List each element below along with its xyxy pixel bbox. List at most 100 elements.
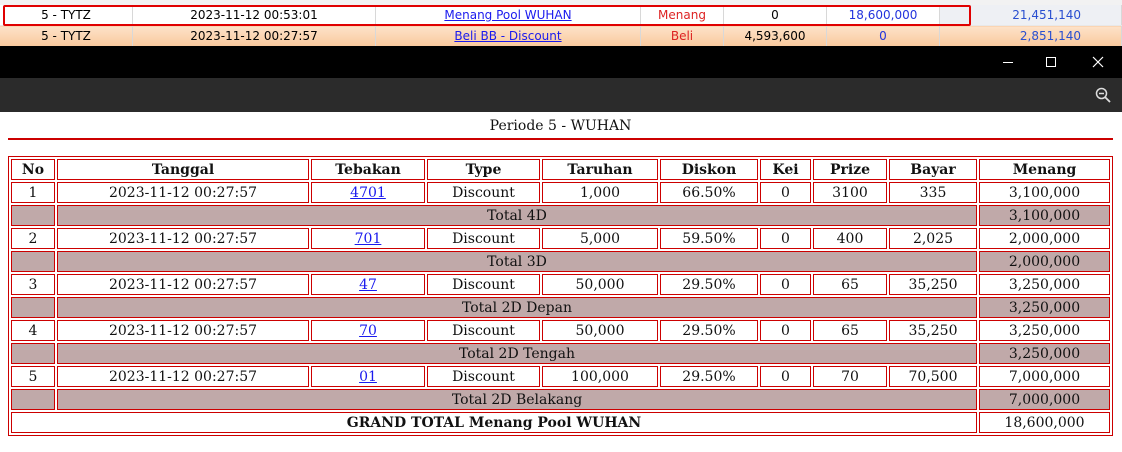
cell-bayar: 2,025: [889, 228, 977, 249]
total-label: Total 4D: [57, 205, 977, 226]
total-spacer: [11, 343, 55, 364]
cell-bayar: 35,250: [889, 320, 977, 341]
total-label: Total 3D: [57, 251, 977, 272]
cell-prize: 3100: [813, 182, 887, 203]
cell-menang: 3,100,000: [979, 182, 1110, 203]
statement-link[interactable]: Beli BB - Discount: [454, 29, 561, 43]
header-taruhan: Taruhan: [542, 159, 658, 180]
cell-type: Discount: [427, 228, 540, 249]
cell-kei: 0: [760, 228, 811, 249]
total-row: Total 2D Tengah 3,250,000: [11, 343, 1110, 364]
total-row: Total 4D 3,100,000: [11, 205, 1110, 226]
cell-no: 2: [11, 228, 55, 249]
maximize-button[interactable]: [1028, 46, 1074, 78]
total-value: 3,250,000: [979, 343, 1110, 364]
grand-total-value: 18,600,000: [979, 412, 1110, 433]
cell-no: 4: [11, 320, 55, 341]
total-label: Total 2D Depan: [57, 297, 977, 318]
cell-bayar: 70,500: [889, 366, 977, 387]
header-prize: Prize: [813, 159, 887, 180]
statement-keterangan: Beli BB - Discount: [375, 25, 641, 46]
cell-tanggal: 2023-11-12 00:27:57: [57, 274, 309, 295]
periode-title: Periode 5 - WUHAN: [489, 118, 632, 134]
table-row: 5 2023-11-12 00:27:57 01 Discount 100,00…: [11, 366, 1110, 387]
total-value: 3,100,000: [979, 205, 1110, 226]
header-diskon: Diskon: [660, 159, 758, 180]
highlight-box: [3, 5, 971, 26]
cell-tebakan: 70: [311, 320, 425, 341]
table-row: 3 2023-11-12 00:27:57 47 Discount 50,000…: [11, 274, 1110, 295]
cell-no: 1: [11, 182, 55, 203]
zoom-out-icon[interactable]: [1094, 86, 1112, 104]
grand-total-label: GRAND TOTAL Menang Pool WUHAN: [11, 412, 977, 433]
cell-prize: 65: [813, 320, 887, 341]
statement-debit: 4,593,600: [723, 25, 827, 46]
statement-row: 5 - TYTZ 2023-11-12 00:27:57 Beli BB - D…: [0, 25, 1122, 46]
cell-tebakan: 01: [311, 366, 425, 387]
pdf-toolbar: [0, 78, 1122, 112]
cell-tebakan: 701: [311, 228, 425, 249]
cell-prize: 70: [813, 366, 887, 387]
minimize-icon: [1003, 62, 1013, 63]
minimize-button[interactable]: [985, 46, 1031, 78]
cell-tanggal: 2023-11-12 00:27:57: [57, 320, 309, 341]
cell-tebakan: 47: [311, 274, 425, 295]
cell-taruhan: 50,000: [542, 274, 658, 295]
total-value: 7,000,000: [979, 389, 1110, 410]
cell-menang: 3,250,000: [979, 274, 1110, 295]
total-spacer: [11, 389, 55, 410]
total-label: Total 2D Tengah: [57, 343, 977, 364]
total-value: 3,250,000: [979, 297, 1110, 318]
tebakan-link[interactable]: 701: [355, 231, 382, 247]
statement-jenis: Beli: [640, 25, 724, 46]
statement-tanggal: 2023-11-12 00:27:57: [132, 25, 376, 46]
total-row: Total 2D Depan 3,250,000: [11, 297, 1110, 318]
cell-tanggal: 2023-11-12 00:27:57: [57, 366, 309, 387]
header-tanggal: Tanggal: [57, 159, 309, 180]
total-spacer: [11, 205, 55, 226]
total-row: Total 3D 2,000,000: [11, 251, 1110, 272]
popup-titlebar: [0, 46, 1122, 78]
total-spacer: [11, 297, 55, 318]
tebakan-link[interactable]: 4701: [350, 185, 386, 201]
total-value: 2,000,000: [979, 251, 1110, 272]
cell-diskon: 29.50%: [660, 366, 758, 387]
bet-detail-table: No Tanggal Tebakan Type Taruhan Diskon K…: [8, 156, 1113, 436]
cell-bayar: 35,250: [889, 274, 977, 295]
header-tebakan: Tebakan: [311, 159, 425, 180]
cell-taruhan: 50,000: [542, 320, 658, 341]
cell-diskon: 29.50%: [660, 274, 758, 295]
total-spacer: [11, 251, 55, 272]
tebakan-link[interactable]: 70: [359, 323, 377, 339]
header-bayar: Bayar: [889, 159, 977, 180]
cell-tanggal: 2023-11-12 00:27:57: [57, 182, 309, 203]
statement-periode: 5 - TYTZ: [0, 25, 133, 46]
cell-type: Discount: [427, 182, 540, 203]
tebakan-link[interactable]: 47: [359, 277, 377, 293]
table-row: 2 2023-11-12 00:27:57 701 Discount 5,000…: [11, 228, 1110, 249]
cell-kei: 0: [760, 320, 811, 341]
cell-type: Discount: [427, 274, 540, 295]
close-button[interactable]: [1075, 46, 1121, 78]
close-icon: [1092, 56, 1104, 68]
cell-type: Discount: [427, 320, 540, 341]
cell-type: Discount: [427, 366, 540, 387]
cell-menang: 7,000,000: [979, 366, 1110, 387]
header-no: No: [11, 159, 55, 180]
cell-prize: 65: [813, 274, 887, 295]
cell-kei: 0: [760, 182, 811, 203]
cell-menang: 3,250,000: [979, 320, 1110, 341]
cell-diskon: 66.50%: [660, 182, 758, 203]
cell-tanggal: 2023-11-12 00:27:57: [57, 228, 309, 249]
cell-no: 5: [11, 366, 55, 387]
header-kei: Kei: [760, 159, 811, 180]
cell-diskon: 59.50%: [660, 228, 758, 249]
cell-no: 3: [11, 274, 55, 295]
cell-taruhan: 1,000: [542, 182, 658, 203]
tebakan-link[interactable]: 01: [359, 369, 377, 385]
cell-diskon: 29.50%: [660, 320, 758, 341]
table-row: 4 2023-11-12 00:27:57 70 Discount 50,000…: [11, 320, 1110, 341]
grand-total-row: GRAND TOTAL Menang Pool WUHAN 18,600,000: [11, 412, 1110, 433]
header-menang: Menang: [979, 159, 1110, 180]
header-type: Type: [427, 159, 540, 180]
